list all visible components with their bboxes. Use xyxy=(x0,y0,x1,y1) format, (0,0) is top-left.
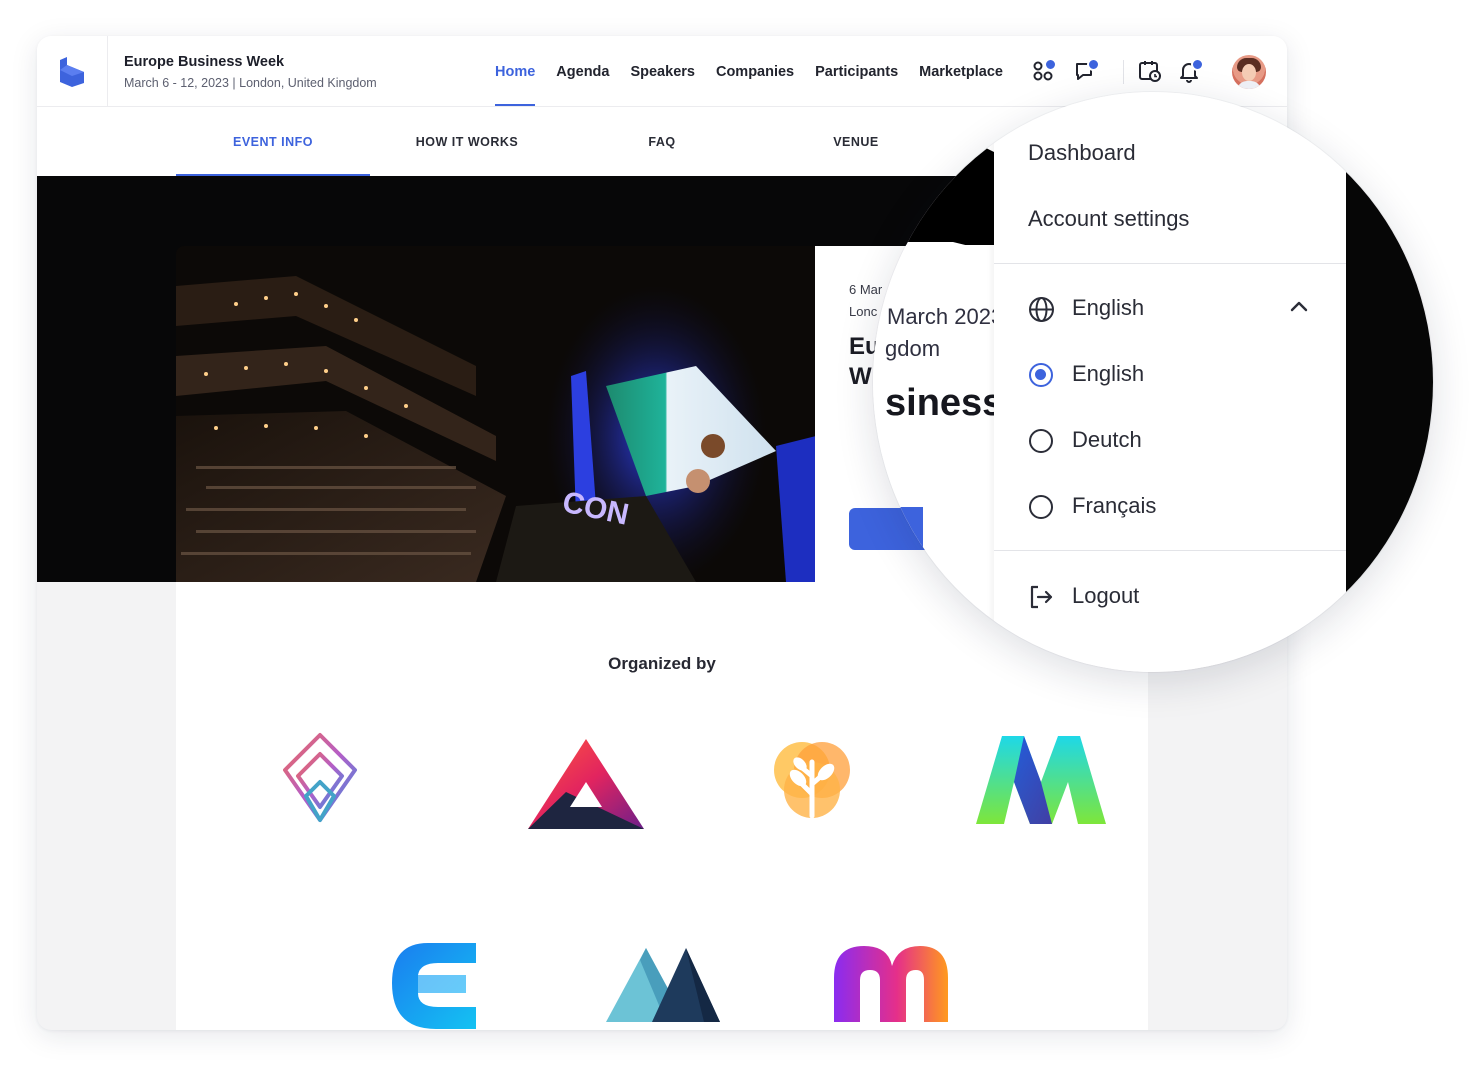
notification-dot xyxy=(1191,58,1204,71)
event-subtitle: March 6 - 12, 2023 | London, United King… xyxy=(124,76,377,90)
apps-icon[interactable] xyxy=(1031,58,1057,84)
organizer-logo-tree[interactable] xyxy=(764,732,860,833)
user-avatar[interactable] xyxy=(1232,55,1266,89)
nav-companies[interactable]: Companies xyxy=(716,36,794,106)
hero-image: CON xyxy=(176,246,816,582)
language-option-label: Deutch xyxy=(1072,427,1142,452)
nav-agenda[interactable]: Agenda xyxy=(556,36,609,106)
menu-dashboard[interactable]: Dashboard xyxy=(1028,140,1136,166)
menu-divider xyxy=(994,263,1346,264)
profile-dropdown-menu: Dashboard Account settings English Engli… xyxy=(994,92,1346,672)
nav-home[interactable]: Home xyxy=(495,36,536,106)
menu-account-settings[interactable]: Account settings xyxy=(1028,206,1189,232)
logout-icon xyxy=(1030,585,1053,609)
magnifier-callout: March 2023 gdom siness Dashboard Account… xyxy=(873,92,1433,672)
app-logo[interactable] xyxy=(37,36,108,106)
organizer-logo-diamonds[interactable] xyxy=(280,732,360,832)
organizer-logo-m-green[interactable] xyxy=(974,732,1108,832)
tab-event-info[interactable]: EVENT INFO xyxy=(176,107,370,176)
language-option-label: English xyxy=(1072,361,1145,386)
chat-icon[interactable] xyxy=(1073,58,1100,84)
bell-icon[interactable] xyxy=(1177,58,1204,84)
logo-icon xyxy=(60,57,84,87)
globe-icon xyxy=(1029,297,1054,322)
magnified-event-title: siness xyxy=(885,382,1004,424)
notification-dot xyxy=(1044,58,1057,71)
organizer-logo-m-gradient[interactable] xyxy=(832,944,950,1029)
organizer-logo-e[interactable] xyxy=(388,937,480,1030)
organizer-logo-mountains[interactable] xyxy=(604,942,722,1029)
magnified-event-location: gdom xyxy=(885,336,941,361)
nav-speakers[interactable]: Speakers xyxy=(630,36,695,106)
event-title: Europe Business Week xyxy=(124,54,285,70)
notification-dot xyxy=(1087,58,1100,71)
tab-how-it-works[interactable]: HOW IT WORKS xyxy=(370,107,564,176)
toolbar-divider xyxy=(1123,60,1124,84)
menu-divider xyxy=(994,550,1346,551)
logout-label: Logout xyxy=(1072,583,1140,608)
chevron-up-icon[interactable] xyxy=(1290,300,1308,312)
radio-unselected[interactable] xyxy=(1029,495,1053,519)
radio-unselected[interactable] xyxy=(1029,429,1053,453)
radio-selected[interactable] xyxy=(1029,363,1053,387)
language-option-label: Français xyxy=(1072,493,1157,518)
organizer-logo-triangle[interactable] xyxy=(526,737,646,837)
calendar-icon[interactable] xyxy=(1137,58,1163,84)
language-current: English xyxy=(1072,295,1145,320)
magnified-event-date: March 2023 xyxy=(887,304,1004,329)
tab-faq[interactable]: FAQ xyxy=(565,107,759,176)
